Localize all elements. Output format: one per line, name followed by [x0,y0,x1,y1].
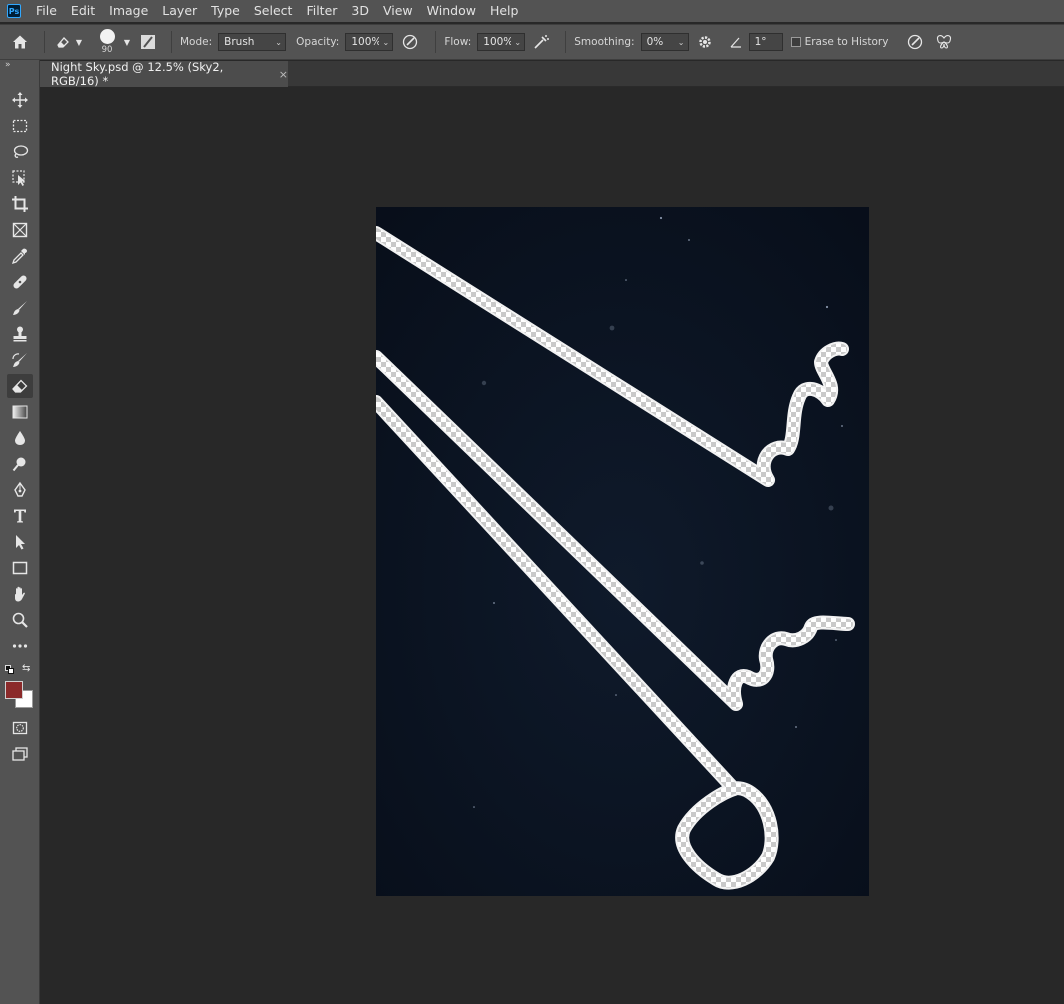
opacity-input[interactable]: 100% [345,33,382,51]
flow-value: 100% [483,36,514,48]
dodge-icon[interactable] [7,452,33,476]
mode-value: Brush [224,36,255,48]
spot-healing-icon[interactable] [7,270,33,294]
default-colors-icon[interactable] [5,665,15,675]
frame-icon[interactable] [7,218,33,242]
sky-background [376,207,869,896]
zoom-icon[interactable] [7,608,33,632]
menu-view[interactable]: View [376,0,420,22]
clone-stamp-icon[interactable] [7,322,33,346]
rectangle-shape-icon[interactable] [7,556,33,580]
menu-window[interactable]: Window [420,0,483,22]
night-sky-image [376,207,869,896]
angle-input[interactable]: 1° [748,33,783,51]
foreground-color-swatch[interactable] [5,681,23,699]
pressure-opacity-icon[interactable] [393,33,427,51]
chevron-down-icon[interactable]: ▼ [121,38,133,47]
divider [171,31,172,53]
menu-layer[interactable]: Layer [155,0,204,22]
quick-mask-icon[interactable] [7,716,33,740]
angle-value: 1° [754,36,767,48]
document-tab-strip: Night Sky.psd @ 12.5% (Sky2, RGB/16) * × [40,60,1064,88]
rectangular-marquee-icon[interactable] [7,114,33,138]
erase-to-history-checkbox[interactable] [790,37,801,47]
brush-size-value: 90 [101,45,113,55]
flow-slider-chevron-icon[interactable]: ⌄ [511,33,526,51]
menu-bar: Ps File Edit Image Layer Type Select Fil… [0,0,1064,22]
menu-type[interactable]: Type [204,0,247,22]
object-selection-icon[interactable] [7,166,33,190]
crop-icon[interactable] [7,192,33,216]
divider [565,31,567,53]
smoothing-input[interactable]: 0% [640,33,675,51]
document-tab[interactable]: Night Sky.psd @ 12.5% (Sky2, RGB/16) * × [40,60,288,88]
symmetry-butterfly-icon[interactable] [932,33,956,51]
menu-edit[interactable]: Edit [64,0,102,22]
menu-image[interactable]: Image [102,0,155,22]
history-brush-icon[interactable] [7,348,33,372]
more-tools-icon[interactable] [7,634,33,658]
menu-select[interactable]: Select [247,0,300,22]
blur-icon[interactable] [7,426,33,450]
smoothing-slider-chevron-icon[interactable]: ⌄ [674,33,689,51]
pressure-size-icon[interactable] [898,33,932,51]
angle-icon[interactable] [727,35,745,49]
mode-dropdown[interactable]: Brush [218,33,273,51]
eraser-icon[interactable] [7,374,33,398]
brush-tip-icon [99,29,115,44]
swap-colors-icon[interactable]: ⇆ [22,663,30,674]
brush-icon[interactable] [7,296,33,320]
mode-dropdown-chevron-icon[interactable]: ⌄ [272,33,287,51]
gear-icon[interactable] [689,34,721,50]
options-bar: ▼ 90 ▼ Mode: Brush ⌄ Opacity: 100% ⌄ Flo… [0,24,1064,60]
airbrush-icon[interactable] [525,33,557,51]
eyedropper-icon[interactable] [7,244,33,268]
gradient-icon[interactable] [7,400,33,424]
chevron-down-icon[interactable]: ▼ [73,38,85,47]
flow-label: Flow: [444,36,472,48]
photoshop-logo-icon[interactable]: Ps [7,4,21,18]
document-canvas[interactable] [376,207,869,896]
opacity-label: Opacity: [296,36,340,48]
hand-icon[interactable] [7,582,33,606]
brush-settings-panel-icon[interactable] [133,33,163,51]
menu-file[interactable]: File [29,0,64,22]
home-icon[interactable] [0,33,40,51]
mode-label: Mode: [180,36,213,48]
erase-to-history-label: Erase to History [804,36,889,48]
type-icon[interactable] [7,504,33,528]
eraser-preset-icon[interactable] [53,34,73,50]
menu-3d[interactable]: 3D [344,0,376,22]
brush-size-picker[interactable]: 90 [93,29,121,55]
opacity-value: 100% [351,36,382,48]
smoothing-label: Smoothing: [574,36,635,48]
expand-panel-icon[interactable]: » [0,60,39,72]
divider [435,31,437,53]
document-tab-title: Night Sky.psd @ 12.5% (Sky2, RGB/16) * [51,60,224,88]
close-icon[interactable]: × [279,68,288,81]
pen-icon[interactable] [7,478,33,502]
lasso-icon[interactable] [7,140,33,164]
divider [44,31,45,53]
tools-panel: » ⇆ [0,60,40,1004]
menu-filter[interactable]: Filter [299,0,344,22]
smoothing-value: 0% [646,36,664,48]
path-selection-icon[interactable] [7,530,33,554]
menu-help[interactable]: Help [483,0,526,22]
opacity-slider-chevron-icon[interactable]: ⌄ [379,33,394,51]
move-tool-icon[interactable] [7,88,33,112]
flow-input[interactable]: 100% [477,33,514,51]
screen-mode-icon[interactable] [7,742,33,766]
